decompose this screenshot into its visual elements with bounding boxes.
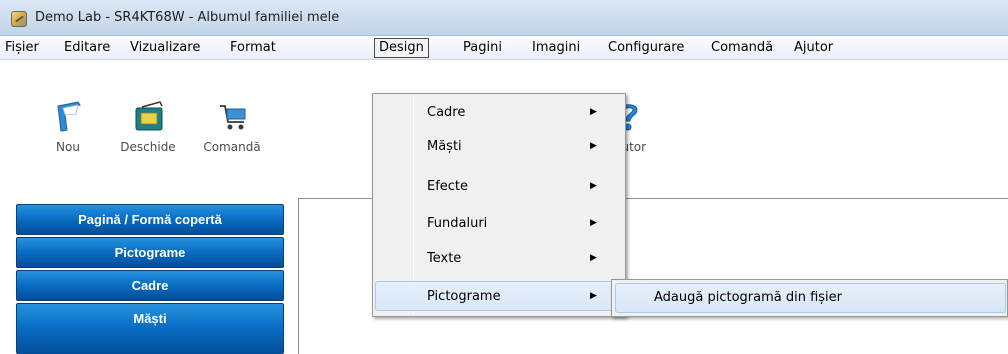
nav-button-masti[interactable]: Măști bbox=[16, 303, 284, 354]
submenu-arrow-icon: ▶ bbox=[590, 181, 597, 191]
menu-pagini[interactable]: Pagini bbox=[462, 39, 503, 58]
design-menu-item-efecte[interactable]: Efecte ▶ bbox=[375, 172, 623, 201]
pictograme-submenu: Adaugă pictogramă din fișier bbox=[611, 279, 1008, 317]
menu-design[interactable]: Design bbox=[374, 38, 429, 58]
submenu-arrow-icon: ▶ bbox=[590, 253, 597, 263]
nav-button-cadre[interactable]: Cadre bbox=[16, 270, 284, 301]
menu-bar: Fișier Editare Vizualizare Format Design… bbox=[0, 36, 1008, 60]
nav-label-masti: Măști bbox=[133, 311, 167, 326]
toolbar-label-order: Comandă bbox=[203, 140, 261, 154]
design-menu-item-fundaluri[interactable]: Fundaluri ▶ bbox=[375, 209, 623, 238]
title-bar: Demo Lab - SR4KT68W - Albumul familiei m… bbox=[0, 0, 1008, 36]
window-title: Demo Lab - SR4KT68W - Albumul familiei m… bbox=[35, 10, 340, 25]
design-menu-item-texte[interactable]: Texte ▶ bbox=[375, 244, 623, 273]
toolbar-label-new: Nou bbox=[56, 140, 80, 154]
design-menu-item-pictograme[interactable]: Pictograme ▶ bbox=[375, 281, 623, 311]
submenu-arrow-icon: ▶ bbox=[590, 141, 597, 151]
nav-button-page-cover[interactable]: Pagină / Formă copertă bbox=[16, 204, 284, 235]
design-menu-label: Cadre bbox=[427, 105, 466, 120]
menu-vizualizare[interactable]: Vizualizare bbox=[129, 39, 201, 58]
toolbar-button-order[interactable]: Comandă bbox=[192, 100, 272, 190]
design-menu-label: Efecte bbox=[427, 179, 469, 194]
nav-label-pictograme: Pictograme bbox=[114, 245, 186, 260]
menu-fisier[interactable]: Fișier bbox=[4, 39, 40, 58]
toolbar-label-open: Deschide bbox=[120, 140, 176, 154]
submenu-arrow-icon: ▶ bbox=[590, 218, 597, 228]
menu-comanda[interactable]: Comandă bbox=[710, 39, 774, 58]
menu-configurare[interactable]: Configurare bbox=[607, 39, 685, 58]
toolbar-button-open[interactable]: Deschide bbox=[108, 100, 188, 190]
menu-imagini[interactable]: Imagini bbox=[531, 39, 581, 58]
new-document-icon bbox=[57, 101, 81, 132]
design-menu-label: Măști bbox=[427, 139, 462, 154]
design-menu-label: Fundaluri bbox=[427, 216, 488, 231]
toolbar-button-new[interactable]: Nou bbox=[28, 100, 108, 190]
menu-ajutor[interactable]: Ajutor bbox=[793, 39, 834, 58]
nav-label-page-cover: Pagină / Formă copertă bbox=[78, 212, 222, 227]
design-menu-label: Texte bbox=[427, 251, 462, 266]
app-window: Demo Lab - SR4KT68W - Albumul familiei m… bbox=[0, 0, 1008, 354]
design-menu-item-cadre[interactable]: Cadre ▶ bbox=[375, 98, 623, 127]
design-dropdown-menu: Cadre ▶ Măști ▶ Efecte ▶ Fundaluri ▶ Tex… bbox=[372, 93, 626, 317]
nav-label-cadre: Cadre bbox=[131, 278, 169, 293]
menu-format[interactable]: Format bbox=[229, 39, 277, 58]
menu-editare[interactable]: Editare bbox=[63, 39, 111, 58]
design-menu-item-masti[interactable]: Măști ▶ bbox=[375, 132, 623, 161]
submenu-arrow-icon: ▶ bbox=[590, 107, 597, 117]
open-album-icon bbox=[135, 101, 163, 131]
design-menu-label: Pictograme bbox=[427, 289, 501, 304]
shopping-cart-icon bbox=[220, 105, 246, 130]
submenu-arrow-icon: ▶ bbox=[590, 291, 597, 301]
demo-lab-app-icon bbox=[11, 11, 27, 27]
submenu-item-add-pictogram-from-file[interactable]: Adaugă pictogramă din fișier bbox=[615, 283, 1006, 313]
nav-button-pictograme[interactable]: Pictograme bbox=[16, 237, 284, 268]
submenu-item-label: Adaugă pictogramă din fișier bbox=[654, 290, 843, 305]
